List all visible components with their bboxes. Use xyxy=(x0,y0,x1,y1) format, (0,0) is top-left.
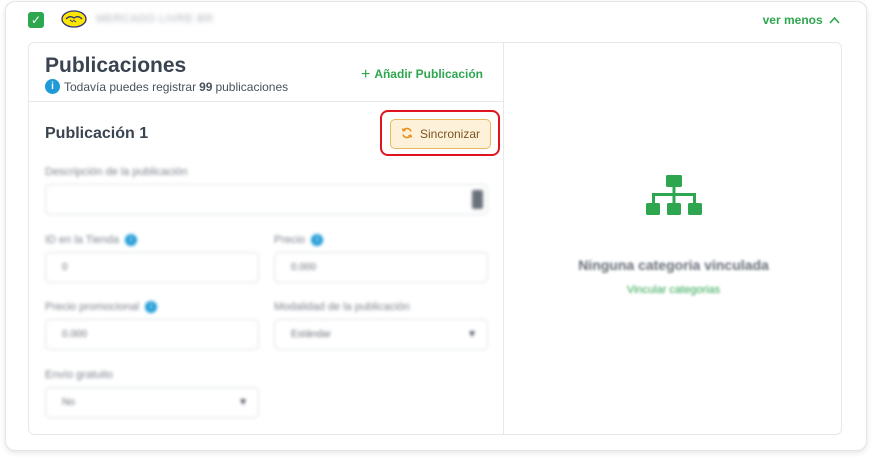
categories-empty-state: Ninguna categoria vinculada Vincular cat… xyxy=(504,175,841,296)
price-input[interactable]: 0.000 xyxy=(274,252,488,283)
publication-form: Publicación 1 Sincronizar Descripción de… xyxy=(29,103,503,434)
sync-button-label: Sincronizar xyxy=(419,127,481,141)
free-shipping-label: Envío gratuito xyxy=(45,369,113,381)
promo-price-input[interactable]: 0.000 xyxy=(45,319,259,350)
store-id-label: ID en la Tienda i xyxy=(45,234,137,246)
store-id-label-text: ID en la Tienda xyxy=(45,234,119,246)
empty-categories-title: Ninguna categoria vinculada xyxy=(578,257,769,273)
categories-pane: Ninguna categoria vinculada Vincular cat… xyxy=(504,43,841,434)
price-value: 0.000 xyxy=(291,262,317,273)
info-icon: i xyxy=(125,234,137,246)
promo-price-value: 0.000 xyxy=(62,329,88,340)
promo-price-label: Precio promocional i xyxy=(45,301,158,313)
publications-title: Publicaciones xyxy=(45,54,187,77)
info-icon: i xyxy=(311,234,324,246)
link-categories-link[interactable]: Vincular categorias xyxy=(504,284,841,296)
plus-icon: + xyxy=(360,66,371,83)
price-label: Precio i xyxy=(274,234,324,246)
sync-icon xyxy=(401,127,413,142)
account-header: ✓ MERCADO LIVRE BR ver menos xyxy=(6,2,866,42)
promo-price-label-text: Precio promocional xyxy=(45,301,140,313)
publications-header: Publicaciones i Todavía puedes registrar… xyxy=(29,43,503,102)
publications-subtitle: i Todavía puedes registrar 99 publicacio… xyxy=(45,79,288,94)
price-label-text: Precio xyxy=(274,234,306,246)
account-checkbox[interactable]: ✓ xyxy=(28,12,44,28)
account-card: ✓ MERCADO LIVRE BR ver menos Publicacion… xyxy=(5,1,867,451)
collapse-toggle[interactable]: ver menos xyxy=(763,13,840,27)
expand-icon[interactable] xyxy=(472,190,483,209)
description-label: Descripción de la publicación xyxy=(45,166,187,178)
info-icon: i xyxy=(45,79,60,94)
mode-label: Modalidad de la publicación xyxy=(274,301,410,313)
account-name: MERCADO LIVRE BR xyxy=(96,13,214,25)
free-shipping-value: No xyxy=(62,397,75,408)
sync-button[interactable]: Sincronizar xyxy=(390,119,491,149)
description-label-text: Descripción de la publicación xyxy=(45,166,188,178)
collapse-toggle-label: ver menos xyxy=(762,13,823,27)
remaining-count: 99 xyxy=(199,79,213,94)
subtitle-prefix: Todavía puedes registrar xyxy=(64,79,197,94)
store-id-value: 0 xyxy=(62,262,68,273)
add-publication-button[interactable]: + Añadir Publicación xyxy=(361,66,483,84)
free-shipping-select[interactable]: No ▼ xyxy=(45,387,259,418)
chevron-up-icon xyxy=(829,13,840,27)
chevron-down-icon: ▼ xyxy=(238,397,248,408)
mercado-libre-logo xyxy=(61,10,87,28)
publications-pane: Publicaciones i Todavía puedes registrar… xyxy=(29,43,504,434)
chevron-down-icon: ▼ xyxy=(467,329,477,340)
info-icon: i xyxy=(145,301,158,313)
mode-label-text: Modalidad de la publicación xyxy=(274,301,410,313)
store-id-input[interactable]: 0 xyxy=(45,252,259,283)
description-input[interactable] xyxy=(45,184,488,215)
publication-panel: Publicaciones i Todavía puedes registrar… xyxy=(28,42,842,435)
mode-value: Estándar xyxy=(291,329,332,340)
publication-title: Publicación 1 xyxy=(45,125,149,142)
subtitle-suffix: publicaciones xyxy=(215,79,289,94)
category-tree-icon xyxy=(645,175,702,215)
add-publication-label: Añadir Publicación xyxy=(374,67,483,81)
mode-select[interactable]: Estándar ▼ xyxy=(274,319,488,350)
free-shipping-label-text: Envío gratuito xyxy=(45,369,113,381)
